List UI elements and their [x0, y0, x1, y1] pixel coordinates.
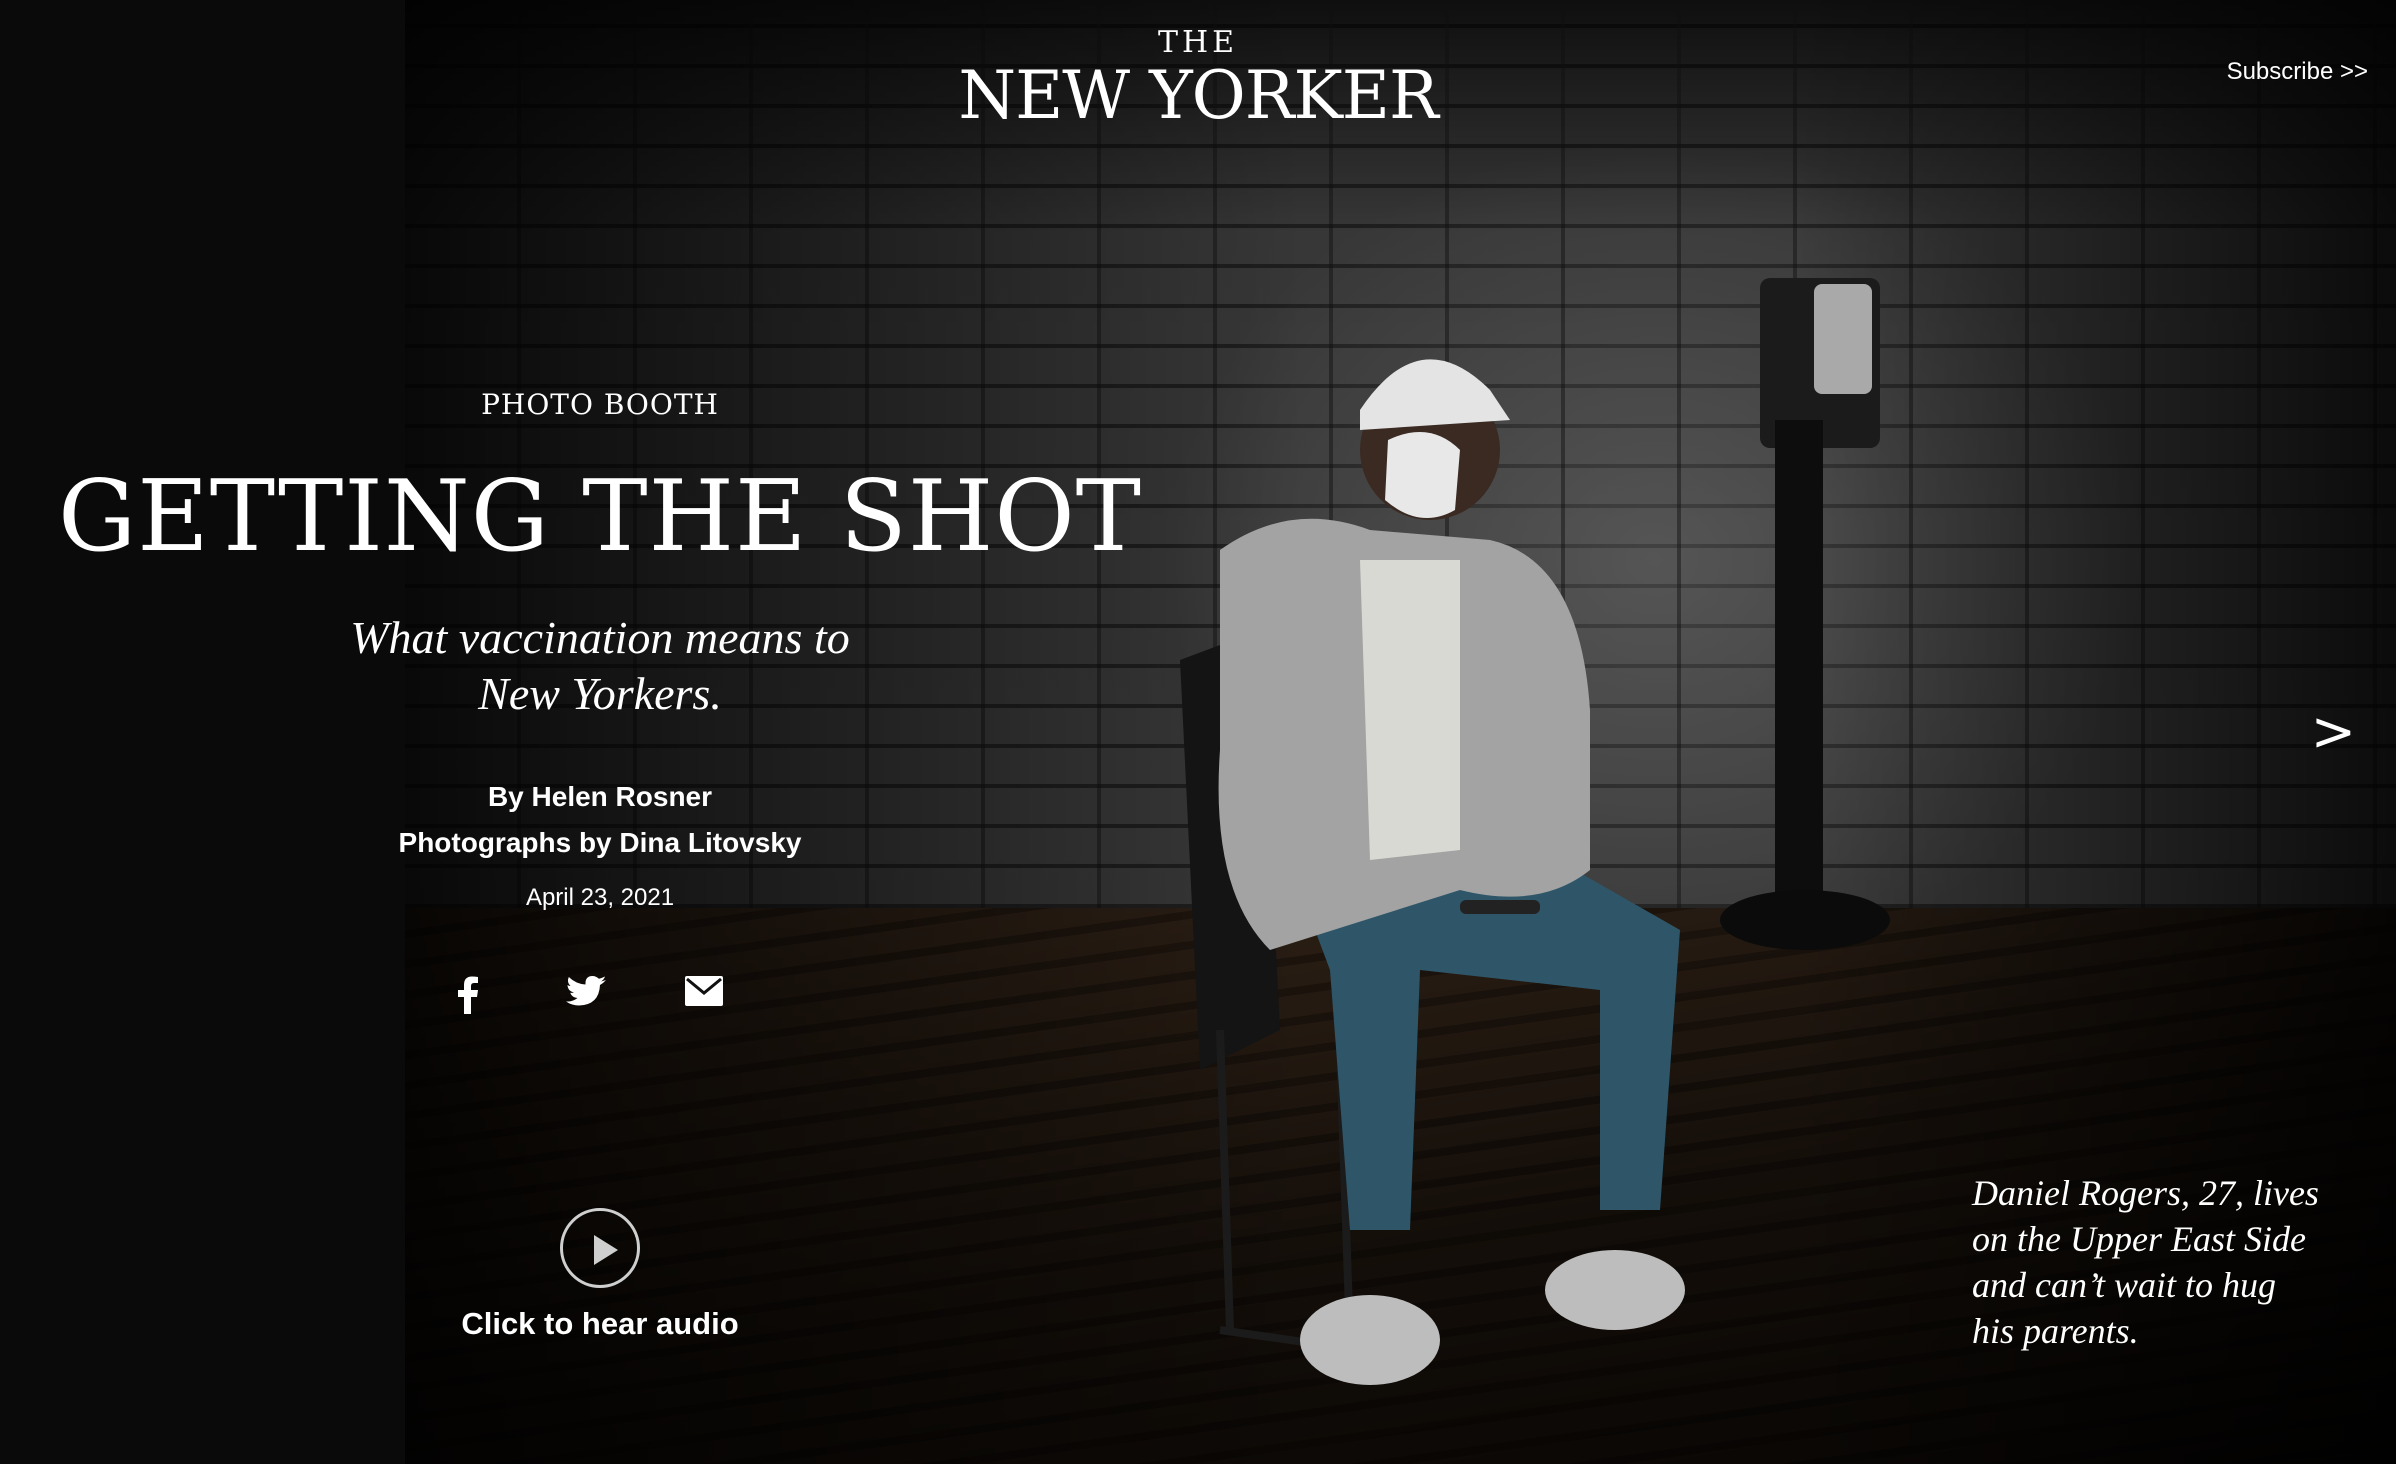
photo-caption: Daniel Rogers, 27, lives on the Upper Ea…	[1972, 1170, 2332, 1354]
rubric-label[interactable]: PHOTO BOOTH	[0, 388, 1200, 421]
dek-line-1: What vaccination means to	[350, 612, 850, 663]
photo-credit[interactable]: Photographs by Dina Litovsky	[0, 820, 1200, 866]
facebook-icon[interactable]	[448, 976, 488, 1016]
audio-label[interactable]: Click to hear audio	[0, 1306, 1200, 1342]
subscribe-link[interactable]: Subscribe >>	[2227, 58, 2368, 86]
dek-line-2: New Yorkers.	[478, 668, 722, 719]
caption-line-2: on the Upper East Side	[1972, 1219, 2306, 1259]
publish-date: April 23, 2021	[525, 884, 675, 911]
article-dek: What vaccination means to New Yorkers.	[300, 610, 900, 722]
caption-line-3: and can’t wait to hug	[1972, 1265, 2276, 1305]
twitter-icon[interactable]	[566, 976, 606, 1016]
byline: By Helen Rosner Photographs by Dina Lito…	[0, 774, 1200, 866]
share-bar	[448, 976, 724, 1016]
email-icon[interactable]	[684, 976, 724, 1016]
article-intro-panel: PHOTO BOOTH GETTING THE SHOT What vaccin…	[0, 0, 1200, 1464]
next-slide-button[interactable]: >	[2311, 700, 2356, 763]
audio-player[interactable]: Click to hear audio	[0, 1208, 1200, 1342]
seated-man-figure	[1180, 359, 1685, 1385]
caption-line-1: Daniel Rogers, 27, lives	[1972, 1173, 2319, 1213]
page-title: GETTING THE SHOT	[57, 460, 1143, 574]
dispenser-stand	[1775, 420, 1823, 920]
caption-line-4: his parents.	[1972, 1311, 2139, 1351]
author-byline[interactable]: By Helen Rosner	[0, 774, 1200, 820]
play-icon[interactable]	[560, 1208, 640, 1288]
